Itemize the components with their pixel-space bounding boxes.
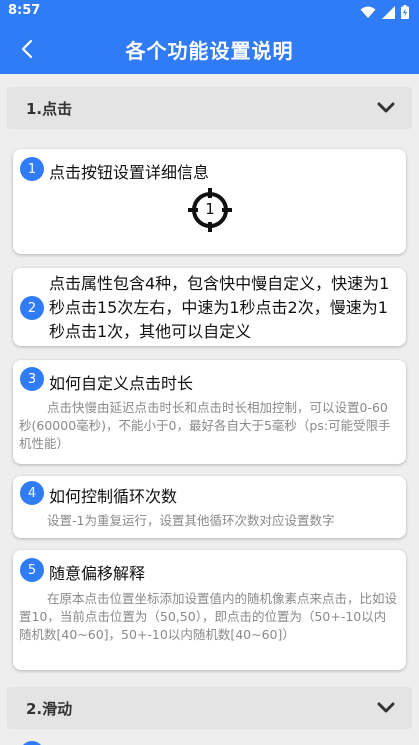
chevron-down-icon: [377, 702, 395, 713]
card-title: 随意偏移解释: [49, 564, 146, 583]
click-target-icon: 1: [187, 187, 233, 233]
signal-icon: [382, 5, 395, 19]
info-card-5: 5 随意偏移解释 在原本点击位置坐标添加设置值内的随机像素点来点击，比如设置10…: [13, 550, 406, 670]
card-text: 点击属性包含4种，包含快中慢自定义，快速为1秒点击15次左右，中速为1秒点击2次…: [49, 274, 390, 341]
card-desc: 设置-1为重复运行，设置其他循环次数对应设置数字: [47, 513, 335, 528]
step-badge: 5: [20, 558, 44, 582]
card-desc: 在原本点击位置坐标添加设置值内的随机像素点来点击，比如设置10，当前点击位置为（…: [19, 591, 398, 642]
card-title: 点击按钮设置详细信息: [49, 163, 210, 182]
chevron-down-icon: [377, 102, 395, 113]
step-badge: 1: [20, 157, 44, 181]
step-badge-partial: [20, 741, 44, 745]
status-bar: 8:57: [0, 0, 419, 24]
step-badge: 4: [20, 481, 44, 505]
section-header-click[interactable]: 1.点击: [7, 87, 412, 129]
click-target-number: 1: [205, 200, 215, 218]
step-badge: 3: [20, 367, 44, 391]
step-badge: 2: [20, 296, 44, 320]
info-card-4: 4 如何控制循环次数 设置-1为重复运行，设置其他循环次数对应设置数字: [13, 476, 406, 538]
card-title: 如何控制循环次数: [49, 487, 178, 506]
info-card-3: 3 如何自定义点击时长 点击快慢由延迟点击时长和点击时长相加控制，可以设置0-6…: [13, 360, 406, 464]
page-title: 各个功能设置说明: [125, 39, 294, 63]
card-desc: 点击快慢由延迟点击时长和点击时长相加控制，可以设置0-60秒(60000毫秒)，…: [19, 400, 391, 451]
info-card-2: 2 点击属性包含4种，包含快中慢自定义，快速为1秒点击15次左右，中速为1秒点击…: [13, 268, 406, 346]
section-label: 2.滑动: [26, 700, 73, 718]
wifi-icon: [360, 6, 376, 18]
card-title: 如何自定义点击时长: [49, 374, 194, 393]
info-card-1: 1 点击按钮设置详细信息 1: [13, 149, 406, 254]
status-icons: [360, 4, 409, 20]
status-time: 8:57: [8, 3, 41, 18]
section-label: 1.点击: [26, 100, 73, 118]
app-bar: 各个功能设置说明: [0, 24, 419, 74]
battery-icon: [401, 5, 409, 19]
section-header-swipe[interactable]: 2.滑动: [7, 687, 412, 729]
